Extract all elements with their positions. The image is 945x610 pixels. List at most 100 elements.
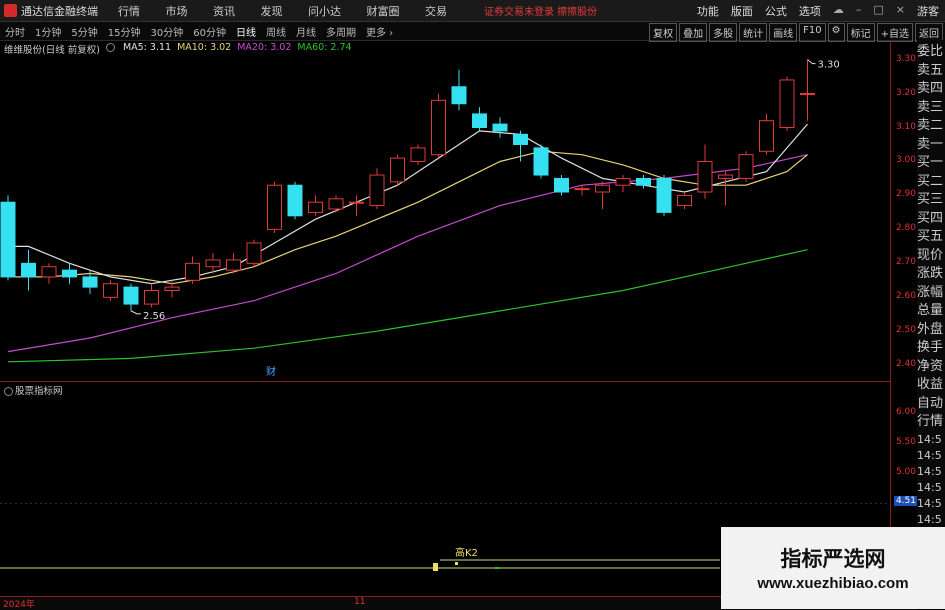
candle-body xyxy=(595,184,610,193)
candle-body xyxy=(226,259,241,271)
menu-discover[interactable]: 发现 xyxy=(261,5,283,18)
price-tick: 2.70 xyxy=(895,257,916,268)
candle-body xyxy=(349,201,364,204)
candle-body xyxy=(103,283,118,298)
menu-ask[interactable]: 问小达 xyxy=(308,5,341,18)
candle-body xyxy=(164,286,180,292)
watermark-box: 指标严选网 www.xuezhibiao.com xyxy=(721,527,945,609)
app-title: 通达信金融终端 xyxy=(21,4,98,18)
tick-time: 14:5 xyxy=(917,496,942,510)
menu-market[interactable]: 市场 xyxy=(166,5,188,18)
candle-body xyxy=(410,147,426,162)
menu-wealth[interactable]: 财富圈 xyxy=(367,5,400,18)
stock-name-notice: 擦擦股份 xyxy=(557,7,598,18)
candle-body xyxy=(574,188,590,191)
tick-time: 14:5 xyxy=(917,512,942,526)
top-menu: 行情 市场 资讯 发现 问小达 财富圈 交易 xyxy=(118,3,469,19)
price-tick: 2.90 xyxy=(895,189,916,200)
price-tick: 3.30 xyxy=(895,53,916,64)
price-axis: 3.30 3.20 3.10 3.00 2.90 2.80 2.70 2.60 2.50 2.40… xyxy=(890,40,918,596)
quote-field-label: 卖二 xyxy=(917,118,944,133)
period-monthly[interactable]: 月线 xyxy=(296,24,316,39)
minimize-icon[interactable]: – xyxy=(856,3,862,19)
price-tick: 3.10 xyxy=(895,121,916,132)
candle-body xyxy=(615,177,631,186)
menu-layout[interactable]: 版面 xyxy=(731,3,753,19)
maximize-icon[interactable]: □ xyxy=(873,3,883,19)
period-daily[interactable]: 日线 xyxy=(236,24,256,39)
candle-body xyxy=(554,177,569,193)
period-5min[interactable]: 5分钟 xyxy=(71,24,97,39)
menu-function[interactable]: 功能 xyxy=(697,3,719,19)
quote-side-panel: 委比 卖五 卖四 卖三 卖二 卖一 买一 买二 买三 买四 买五 现价 涨跌 涨幅 总量 外盘 换手 净资 收益 自动… xyxy=(917,40,945,609)
quote-field-label: 总量 xyxy=(917,303,944,318)
candle-body xyxy=(267,184,282,230)
cloud-icon[interactable]: ☁ xyxy=(833,3,844,19)
period-toolbar: 分时 1分钟 5分钟 15分钟 30分钟 60分钟 日线 周线 月线 多周期 更… xyxy=(0,22,945,42)
candle-body xyxy=(800,93,815,96)
finance-marker: 财 xyxy=(266,365,276,378)
menu-formula[interactable]: 公式 xyxy=(765,3,787,19)
quote-field-label: 买五 xyxy=(917,229,944,244)
quote-mode-label[interactable]: 行情 xyxy=(917,413,945,432)
quote-field-label: 外盘 xyxy=(917,321,944,337)
menu-news[interactable]: 资讯 xyxy=(213,5,235,18)
watermark-title: 指标严选网 xyxy=(780,547,886,571)
quote-field-label: 卖五 xyxy=(917,62,944,78)
tick-time: 14:5 xyxy=(917,432,942,446)
period-60min[interactable]: 60分钟 xyxy=(193,24,226,39)
quote-field-label: 换手 xyxy=(917,340,944,355)
quote-field-label: 买二 xyxy=(917,173,944,189)
candlestick-chart[interactable]: 3.30 2.56 财 xyxy=(0,40,890,380)
quote-field-label: 卖一 xyxy=(917,136,944,152)
signal-label: 高K2 xyxy=(455,546,478,559)
price-tick: 2.50 xyxy=(895,325,916,336)
candle-body xyxy=(246,242,262,264)
legend-ma10: MA10: 3.02 xyxy=(177,42,232,53)
chart-legend: 维维股份(日线 前复权) MA5: 3.11 MA10: 3.02 MA20: … xyxy=(4,42,352,56)
top-right-menu: 功能 版面 公式 选项 ☁ – □ × 游客 xyxy=(697,3,939,19)
candle-body xyxy=(369,174,385,207)
candle-body xyxy=(472,113,487,128)
menu-guest[interactable]: 游客 xyxy=(917,3,939,19)
price-tick: 2.80 xyxy=(895,223,916,234)
close-icon[interactable]: × xyxy=(896,3,905,19)
indicator-title: 股票指标网 xyxy=(4,383,63,397)
price-tick: 3.20 xyxy=(895,87,916,98)
quote-field-label: 收益 xyxy=(917,377,944,392)
low-price-label: 2.56 xyxy=(143,311,165,322)
period-more[interactable]: 更多 › xyxy=(366,24,393,39)
candle-body xyxy=(287,184,303,217)
menu-options[interactable]: 选项 xyxy=(799,3,821,19)
candle-body xyxy=(62,269,77,278)
period-weekly[interactable]: 周线 xyxy=(266,24,286,39)
login-notice[interactable]: 证券交易未登录 擦擦股份 xyxy=(484,3,597,18)
period-intraday[interactable]: 分时 xyxy=(5,24,25,39)
period-1min[interactable]: 1分钟 xyxy=(35,24,61,39)
indicator-tick: 6.00 xyxy=(895,407,916,417)
quote-field-label: 买一 xyxy=(917,155,944,170)
candle-body xyxy=(677,194,692,207)
indicator-name: 股票指标网 xyxy=(15,386,63,397)
candle-body xyxy=(185,262,200,281)
candle-body xyxy=(21,262,36,278)
period-multi[interactable]: 多周期 xyxy=(326,24,356,39)
time-label-month: 11 xyxy=(354,597,366,607)
watermark-url: www.xuezhibiao.com xyxy=(757,575,909,592)
legend-ma5: MA5: 3.11 xyxy=(122,42,172,53)
period-15min[interactable]: 15分钟 xyxy=(108,24,141,39)
candle-body xyxy=(144,290,159,305)
period-30min[interactable]: 30分钟 xyxy=(150,24,183,39)
menu-quotes[interactable]: 行情 xyxy=(118,5,140,18)
tick-time: 14:5 xyxy=(917,480,942,494)
candle-body xyxy=(308,201,323,213)
signal-bar xyxy=(433,563,438,571)
quote-field-label: 净资 xyxy=(917,358,944,374)
quote-field-label: 涨幅 xyxy=(917,284,944,300)
quote-mode-label[interactable]: 自动 xyxy=(917,395,945,414)
legend-menu-icon[interactable] xyxy=(105,42,117,56)
indicator-menu-icon[interactable] xyxy=(4,387,13,396)
signal-dot xyxy=(455,562,458,565)
price-tick: 2.60 xyxy=(895,291,916,302)
menu-trade[interactable]: 交易 xyxy=(425,5,447,18)
